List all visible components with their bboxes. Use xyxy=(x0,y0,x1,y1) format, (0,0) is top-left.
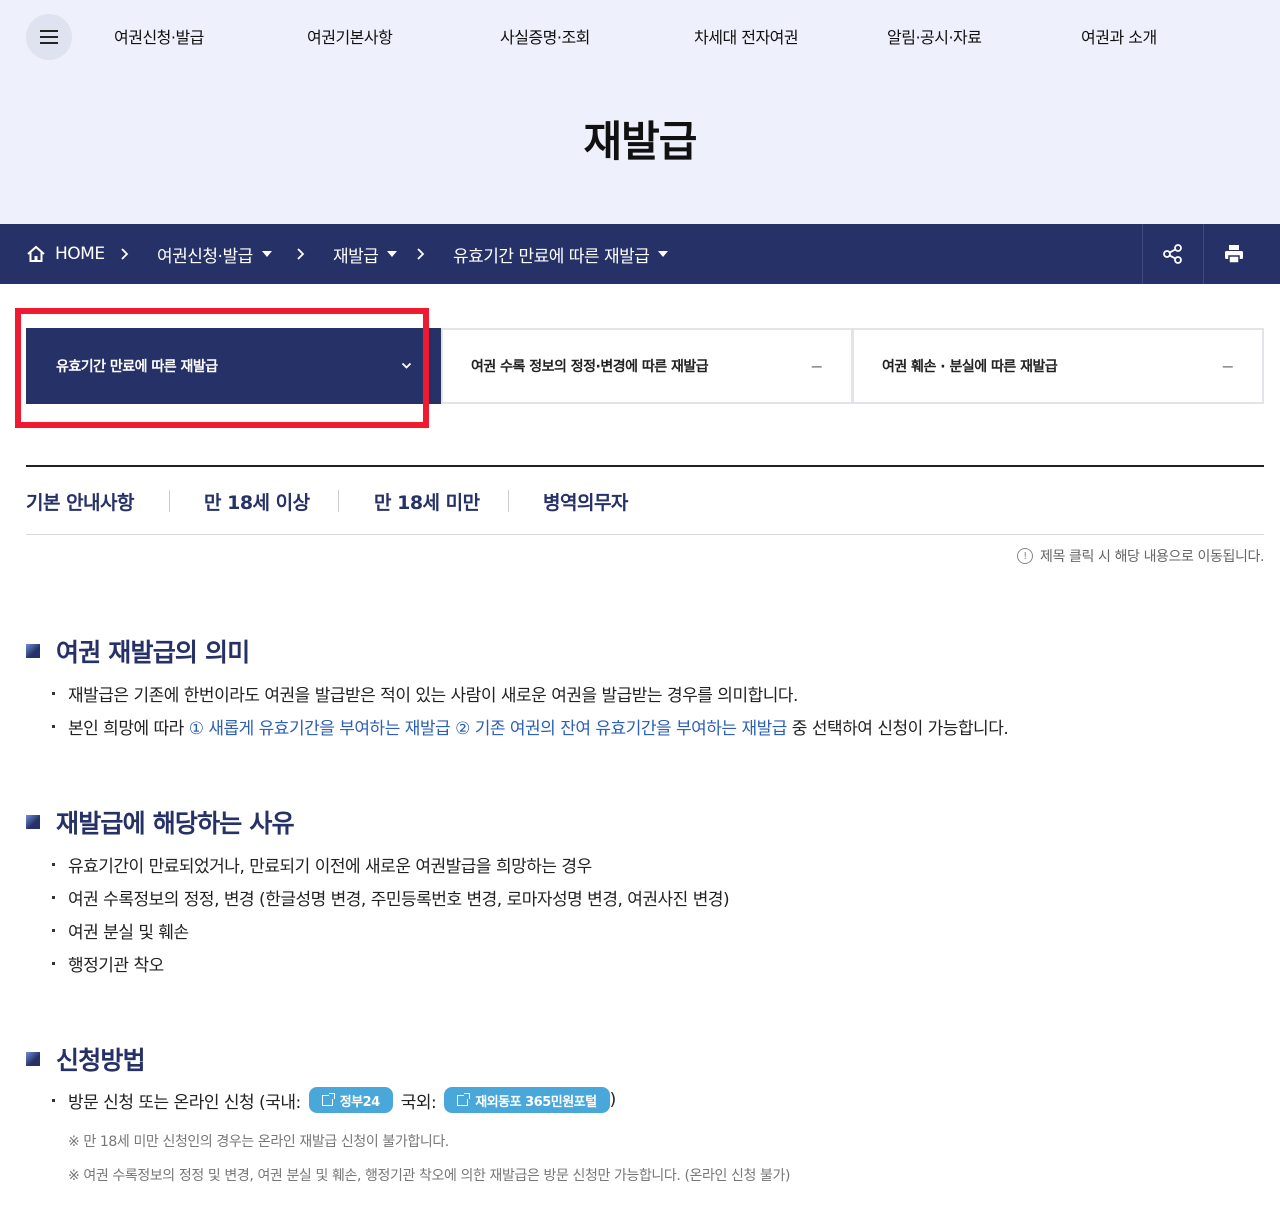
button-label: 재외동포 365민원포털 xyxy=(475,1094,597,1110)
divider xyxy=(338,490,339,512)
overseas-portal-link-button[interactable]: 재외동포 365민원포털 xyxy=(444,1087,610,1113)
gnb-item-e-passport[interactable]: 차세대 전자여권 xyxy=(694,24,799,48)
info-icon: ! xyxy=(1017,548,1034,564)
bullet-dot-icon xyxy=(52,929,55,932)
breadcrumb-item-reissue[interactable]: 재발급 xyxy=(333,224,398,284)
gnb-item-basics[interactable]: 여권기본사항 xyxy=(307,24,393,48)
subtab-18-over[interactable]: 만 18세 이상 xyxy=(204,488,310,515)
list-item-text: 여권 분실 및 훼손 xyxy=(68,923,189,943)
jump-notice: ! 제목 클릭 시 해당 내용으로 이동됩니다. xyxy=(1017,546,1264,566)
chevron-right-icon xyxy=(416,224,425,284)
list-item: 재발급은 기존에 한번이라도 여권을 발급받은 적이 있는 사람이 새로운 여권… xyxy=(52,681,798,706)
breadcrumb: HOME 여권신청·발급 재발급 유효기간 만료에 따른 재발급 xyxy=(0,224,1280,284)
list-item: 여권 수록정보의 정정, 변경 (한글성명 변경, 주민등록번호 변경, 로마자… xyxy=(52,885,730,910)
list-item-text: 여권 수록정보의 정정, 변경 (한글성명 변경, 주민등록번호 변경, 로마자… xyxy=(68,890,730,910)
bullet-dot-icon xyxy=(52,962,55,965)
list-item: 유효기간이 만료되었거나, 만료되기 이전에 새로운 여권발급을 희망하는 경우 xyxy=(52,852,592,877)
option-new-validity: ① 새롭게 유효기간을 부여하는 재발급 xyxy=(188,719,451,739)
subtab-military[interactable]: 병역의무자 xyxy=(543,488,628,515)
list-item-text: 방문 신청 또는 온라인 신청 (국내: xyxy=(68,1092,301,1113)
list-item-text: ) xyxy=(609,1090,617,1110)
section-title-reasons: 재발급에 해당하는 사유 xyxy=(26,804,295,840)
divider xyxy=(26,465,1264,467)
list-item-text: 국외: xyxy=(400,1092,437,1113)
square-bullet-icon xyxy=(26,644,40,658)
breadcrumb-item-label: 재발급 xyxy=(333,246,379,267)
breadcrumb-item-label: 여권신청·발급 xyxy=(157,246,253,267)
bullet-dot-icon xyxy=(52,1098,55,1102)
list-item-text: 중 선택하여 신청이 가능합니다. xyxy=(786,719,1009,739)
divider xyxy=(508,490,509,512)
gnb-item-notice[interactable]: 알림·공시·자료 xyxy=(887,24,982,48)
note-text: ※ 여권 수록정보의 정정 및 변경, 여권 분실 및 훼손, 행정기관 착오에… xyxy=(68,1168,791,1184)
header-hero: 여권신청·발급 여권기본사항 사실증명·조회 차세대 전자여권 알림·공시·자료… xyxy=(0,0,1280,224)
external-link-icon xyxy=(321,1092,335,1106)
note-text: ※ 만 18세 미만 신청인의 경우는 온라인 재발급 신청이 불가합니다. xyxy=(68,1134,449,1150)
divider xyxy=(26,534,1264,535)
caret-down-icon xyxy=(261,251,272,257)
tab-info-change-reissue[interactable]: 여권 수록 정보의 정정·변경에 따른 재발급 − xyxy=(441,328,853,404)
list-item-text: 재발급은 기존에 한번이라도 여권을 발급받은 적이 있는 사람이 새로운 여권… xyxy=(68,686,798,706)
list-item: 방문 신청 또는 온라인 신청 (국내: 정부24 국외: 재외동포 365민원… xyxy=(52,1087,616,1113)
tab-label: 여권 훼손 · 분실에 따른 재발급 xyxy=(882,359,1058,375)
share-button[interactable] xyxy=(1142,224,1203,284)
square-bullet-icon xyxy=(26,815,40,829)
breadcrumb-item-current[interactable]: 유효기간 만료에 따른 재발급 xyxy=(453,224,669,284)
home-icon xyxy=(27,245,45,262)
print-icon xyxy=(1225,245,1243,264)
section-title-method: 신청방법 xyxy=(26,1041,146,1077)
button-label: 정부24 xyxy=(339,1094,381,1110)
gnb-item-apply[interactable]: 여권신청·발급 xyxy=(114,24,204,48)
subtab-basic-info[interactable]: 기본 안내사항 xyxy=(26,488,135,515)
list-item: 여권 분실 및 훼손 xyxy=(52,918,189,943)
gnb-item-about[interactable]: 여권과 소개 xyxy=(1081,24,1157,48)
divider xyxy=(169,490,170,512)
print-button[interactable] xyxy=(1203,224,1264,284)
list-item: 본인 희망에 따라 ① 새롭게 유효기간을 부여하는 재발급 ② 기존 여권의 … xyxy=(52,714,1009,739)
tab-expiry-reissue[interactable]: 유효기간 만료에 따른 재발급 xyxy=(26,328,442,404)
page-title: 재발급 xyxy=(583,117,698,166)
section-title-text: 신청방법 xyxy=(56,1046,146,1075)
minus-icon: − xyxy=(810,356,823,376)
bullet-dot-icon xyxy=(52,725,55,728)
chevron-right-icon xyxy=(120,224,129,284)
chevron-right-icon xyxy=(296,224,305,284)
breadcrumb-home-label: HOME xyxy=(55,244,105,264)
tab-label: 유효기간 만료에 따른 재발급 xyxy=(56,359,218,375)
bullet-dot-icon xyxy=(52,692,55,695)
gnb-item-certificate[interactable]: 사실증명·조회 xyxy=(500,24,590,48)
breadcrumb-item-label: 유효기간 만료에 따른 재발급 xyxy=(453,246,650,267)
subtab-18-under[interactable]: 만 18세 미만 xyxy=(374,488,480,515)
notice-text: 제목 클릭 시 해당 내용으로 이동됩니다. xyxy=(1040,549,1264,565)
minus-icon: − xyxy=(1221,356,1234,376)
breadcrumb-home[interactable]: HOME xyxy=(26,224,105,284)
caret-down-icon xyxy=(387,251,398,257)
list-item-text: 행정기관 착오 xyxy=(68,956,164,976)
section-title-text: 재발급에 해당하는 사유 xyxy=(56,809,295,838)
chevron-down-icon xyxy=(401,362,412,369)
menu-icon xyxy=(40,30,58,44)
breadcrumb-item-apply[interactable]: 여권신청·발급 xyxy=(157,224,272,284)
section-title-meaning: 여권 재발급의 의미 xyxy=(26,633,250,669)
tab-label: 여권 수록 정보의 정정·변경에 따른 재발급 xyxy=(471,359,709,375)
section-title-text: 여권 재발급의 의미 xyxy=(56,638,250,667)
option-remaining-validity: ② 기존 여권의 잔여 유효기간을 부여하는 재발급 xyxy=(455,719,787,739)
list-item: 행정기관 착오 xyxy=(52,951,164,976)
caret-down-icon xyxy=(658,251,669,257)
share-icon xyxy=(1163,244,1182,264)
list-item-text: 본인 희망에 따라 xyxy=(68,719,189,739)
bullet-dot-icon xyxy=(52,863,55,866)
bullet-dot-icon xyxy=(52,896,55,899)
list-item-text: 유효기간이 만료되었거나, 만료되기 이전에 새로운 여권발급을 희망하는 경우 xyxy=(68,857,592,877)
tab-damage-loss-reissue[interactable]: 여권 훼손 · 분실에 따른 재발급 − xyxy=(852,328,1264,404)
hamburger-menu-button[interactable] xyxy=(26,14,72,60)
gov24-link-button[interactable]: 정부24 xyxy=(308,1087,393,1113)
square-bullet-icon xyxy=(26,1052,40,1066)
external-link-icon xyxy=(457,1092,471,1106)
